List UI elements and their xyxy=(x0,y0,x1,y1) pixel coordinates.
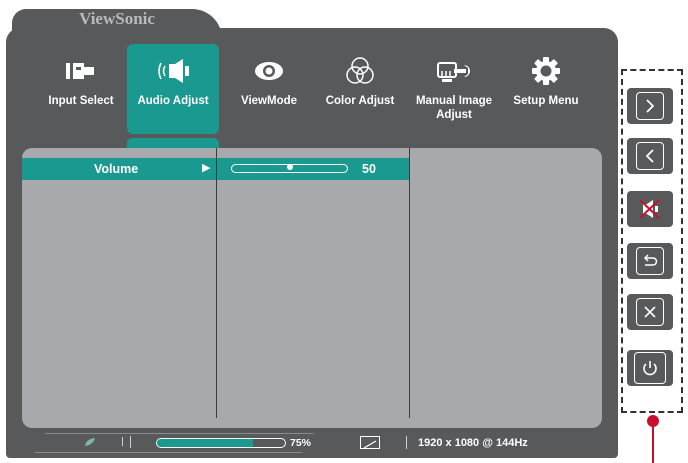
volume-slider[interactable] xyxy=(231,164,348,173)
volume-label: Volume xyxy=(94,162,139,176)
chevron-right-icon xyxy=(646,99,655,113)
column-divider-2 xyxy=(409,148,410,418)
column-divider-1 xyxy=(216,148,217,418)
status-separator xyxy=(406,436,407,449)
menu-manual-image-adjust[interactable]: Manual Image Adjust xyxy=(408,44,500,134)
brand-logo: ViewSonic xyxy=(79,9,155,28)
power-icon xyxy=(643,361,657,376)
volume-slider-knob[interactable] xyxy=(286,164,293,170)
return-icon xyxy=(643,254,658,266)
pointer-dot xyxy=(647,415,659,427)
power-key[interactable] xyxy=(627,350,673,386)
eye-icon xyxy=(223,56,315,86)
previous-key[interactable] xyxy=(627,138,673,174)
status-separator xyxy=(130,436,131,448)
mute-icon xyxy=(639,199,660,219)
eco-mode-icon xyxy=(85,438,95,446)
gear-icon xyxy=(500,56,592,86)
status-bar: 75% 1920 x 1080 @ 144Hz xyxy=(30,432,606,454)
monitor-wrench-icon xyxy=(408,56,500,86)
menu-label: Input Select xyxy=(48,95,114,107)
close-key[interactable] xyxy=(627,294,673,330)
close-icon xyxy=(644,306,656,318)
menu-audio-adjust[interactable]: Audio Adjust xyxy=(127,44,219,134)
menu-input-select[interactable]: Input Select xyxy=(35,44,127,134)
active-tab-indicator xyxy=(127,138,219,148)
menu-viewmode[interactable]: ViewMode xyxy=(223,44,315,134)
resolution-text: 1920 x 1080 @ 144Hz xyxy=(418,437,528,449)
menu-label: Audio Adjust xyxy=(137,95,209,107)
aspect-ratio-icon xyxy=(360,436,380,449)
volume-value: 50 xyxy=(362,162,376,176)
menu-label: Color Adjust xyxy=(325,95,395,107)
progress-percent: 75% xyxy=(290,437,312,449)
menu-color-adjust[interactable]: Color Adjust xyxy=(314,44,406,134)
chevron-left-icon xyxy=(645,149,654,163)
next-key[interactable] xyxy=(627,88,673,124)
submenu-arrow-icon: ▶ xyxy=(202,162,211,174)
menu-label: ViewMode xyxy=(240,95,298,107)
submenu-panel xyxy=(22,148,602,428)
menu-label: Manual Image Adjust xyxy=(415,95,493,121)
speaker-icon xyxy=(127,56,219,86)
eco-level-icon xyxy=(112,437,123,446)
menu-label: Setup Menu xyxy=(513,95,579,107)
pointer-line xyxy=(652,421,654,463)
color-circles-icon xyxy=(314,56,406,86)
menu-setup-menu[interactable]: Setup Menu xyxy=(500,44,592,134)
progress-bar xyxy=(156,438,286,448)
input-select-icon xyxy=(35,56,127,86)
back-key[interactable] xyxy=(627,243,673,279)
mute-key[interactable] xyxy=(627,191,673,227)
progress-fill xyxy=(157,439,253,447)
